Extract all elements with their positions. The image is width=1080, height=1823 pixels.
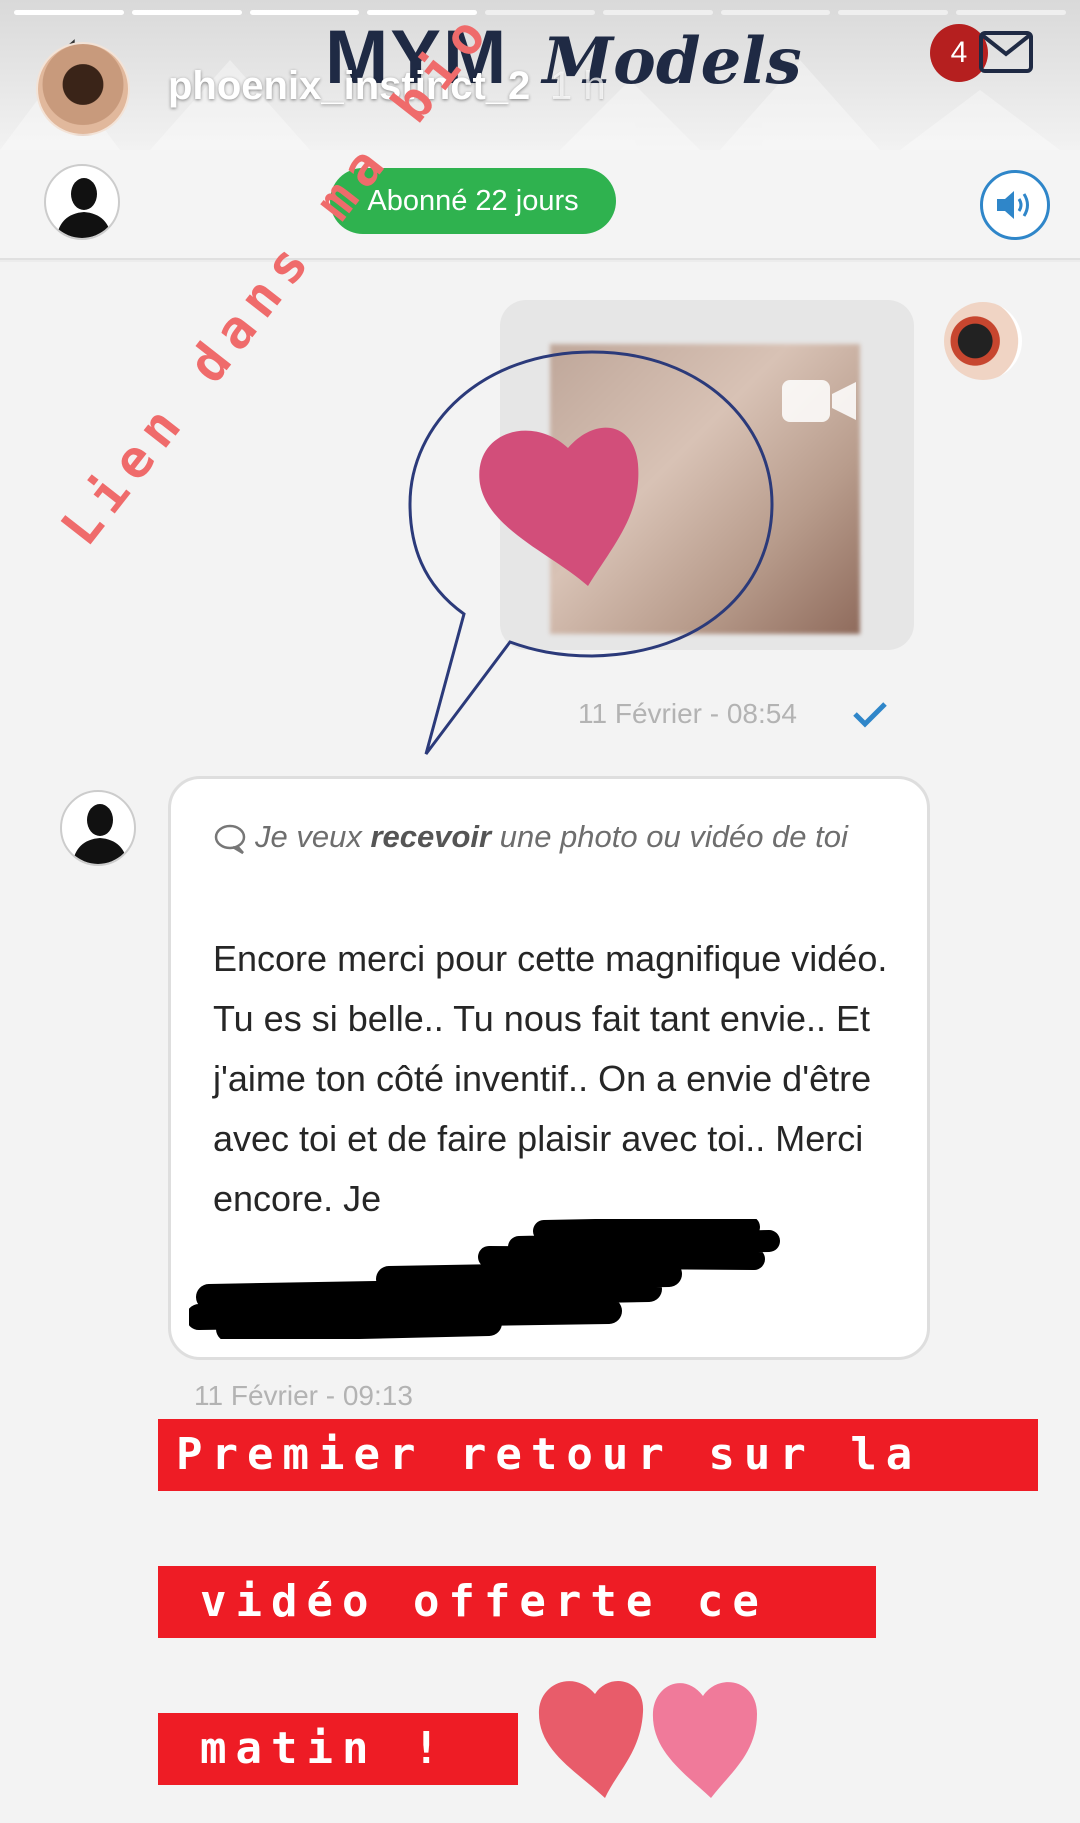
story-timestamp: 1 h [550,64,606,108]
avatar[interactable] [44,164,120,240]
app-header: ‹ MYM Models 4 phoenix_instinct_2 1 h [0,0,1080,150]
progress-segment [14,10,124,15]
request-suffix: une photo ou vidéo de toi [491,819,848,854]
progress-segment [838,10,949,15]
request-emphasis: recevoir [370,819,492,854]
message-timestamp: 11 Février - 09:13 [194,1380,413,1411]
user-silhouette-icon [56,178,112,238]
message-body: Encore merci pour cette magnifique vidéo… [213,938,888,1219]
mail-icon[interactable] [978,30,1034,74]
request-prefix: Je veux [255,819,371,854]
speaker-icon [997,191,1029,219]
user-silhouette-icon [72,804,128,864]
progress-segment [956,10,1067,15]
caption-line-2: vidéo offerte ce [158,1566,876,1638]
avatar[interactable] [60,790,136,866]
redaction-scribble [189,1219,780,1339]
progress-segment [131,10,242,15]
conversation-header: Abonné 22 jours [0,150,1080,260]
heart-speech-bubble-sticker [408,350,774,755]
check-icon [853,702,887,728]
hearts-sticker [538,1681,757,1798]
request-label: Je veux recevoir une photo ou vidéo de t… [213,807,893,867]
sound-button[interactable] [980,170,1050,240]
message-card[interactable]: Je veux recevoir une photo ou vidéo de t… [168,776,930,1360]
caption-line-1: Premier retour sur la [158,1419,1038,1491]
story-avatar[interactable] [36,42,130,136]
avatar[interactable] [944,302,1022,380]
chat-bubble-icon [214,824,246,854]
caption-line-3: matin ! [158,1713,518,1785]
